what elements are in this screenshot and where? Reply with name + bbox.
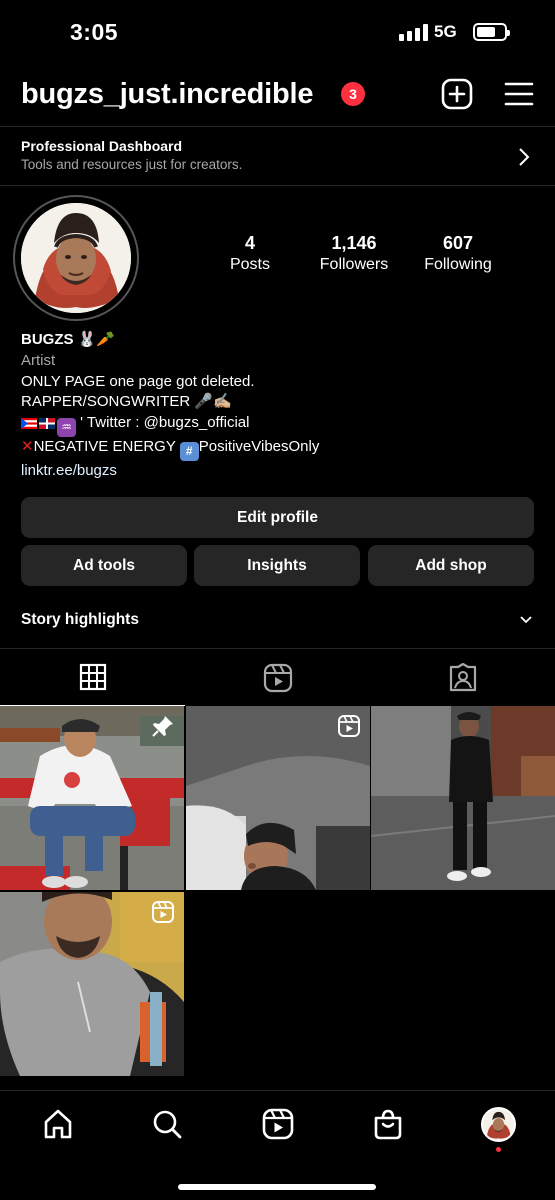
followers-count[interactable]: 1,146 Followers bbox=[310, 233, 398, 274]
cellular-signal-icon bbox=[399, 24, 428, 41]
posts-value: 4 bbox=[244, 233, 255, 253]
tab-tagged[interactable] bbox=[370, 649, 555, 706]
bio-line: ✕NEGATIVE ENERGY # PositiveVibesOnly bbox=[21, 437, 541, 462]
pin-icon bbox=[152, 716, 173, 737]
chevron-down-icon bbox=[520, 616, 532, 624]
battery-icon bbox=[473, 23, 510, 41]
profile-header: bugzs_just.incredible 3 bbox=[0, 66, 555, 124]
posts-count[interactable]: 4 Posts bbox=[214, 233, 286, 274]
post-thumbnail[interactable] bbox=[0, 706, 184, 890]
professional-dashboard-row[interactable]: Professional Dashboard Tools and resourc… bbox=[0, 126, 555, 186]
bio-line: ONLY PAGE one page got deleted. bbox=[21, 372, 255, 390]
bio-negative: NEGATIVE ENERGY bbox=[33, 438, 176, 456]
reels-icon[interactable] bbox=[262, 1108, 294, 1140]
grid-icon bbox=[79, 663, 106, 691]
post-photo bbox=[371, 706, 555, 890]
story-highlights-row[interactable]: Story highlights bbox=[0, 600, 555, 640]
dashboard-subtitle: Tools and resources just for creators. bbox=[21, 157, 243, 172]
reel-icon bbox=[338, 715, 360, 737]
story-highlights-title: Story highlights bbox=[21, 611, 139, 628]
shop-icon[interactable] bbox=[372, 1108, 404, 1140]
dashboard-title: Professional Dashboard bbox=[21, 138, 183, 154]
insights-button[interactable]: Insights bbox=[194, 545, 360, 586]
reel-icon bbox=[152, 901, 174, 923]
following-value: 607 bbox=[442, 233, 474, 253]
dominican-flag-icon bbox=[39, 417, 55, 429]
bio-hashtag[interactable]: PositiveVibesOnly bbox=[199, 438, 320, 455]
post-thumbnail[interactable] bbox=[0, 892, 184, 1076]
profile-tab-avatar[interactable] bbox=[481, 1107, 516, 1142]
display-name: BUGZS 🐰🥕 bbox=[21, 331, 116, 348]
followers-value: 1,146 bbox=[331, 233, 377, 253]
username-switcher[interactable]: bugzs_just.incredible bbox=[21, 78, 314, 111]
red-x-icon: ✕ bbox=[21, 438, 34, 456]
tab-grid[interactable] bbox=[0, 649, 185, 706]
bio-line: RAPPER/SONGWRITER 🎤✍🏼 bbox=[21, 393, 232, 411]
followers-label: Followers bbox=[319, 256, 389, 273]
profile-category: Artist bbox=[21, 351, 56, 369]
search-icon[interactable] bbox=[151, 1108, 183, 1140]
chevron-right-icon bbox=[519, 148, 530, 166]
puerto-rico-flag-icon bbox=[21, 417, 37, 429]
profile-tabs bbox=[0, 648, 555, 706]
posts-label: Posts bbox=[229, 256, 270, 273]
status-bar: 3:05 5G bbox=[0, 0, 555, 66]
post-thumbnail[interactable] bbox=[186, 706, 370, 890]
home-indicator bbox=[178, 1184, 376, 1190]
notification-badge: 3 bbox=[341, 82, 365, 106]
profile-avatar[interactable] bbox=[21, 203, 131, 313]
status-time: 3:05 bbox=[70, 19, 119, 45]
bio-twitter: ' Twitter : @bugzs_official bbox=[80, 414, 250, 432]
bio-line-flags: ♒ ' Twitter : @bugzs_official bbox=[21, 413, 541, 438]
home-icon[interactable] bbox=[42, 1108, 74, 1140]
profile-bio: BUGZS 🐰🥕 Artist ONLY PAGE one page got d… bbox=[21, 330, 541, 482]
reels-icon bbox=[263, 663, 292, 692]
create-post-icon[interactable] bbox=[441, 78, 473, 110]
edit-profile-button[interactable]: Edit profile bbox=[21, 497, 534, 538]
add-shop-button[interactable]: Add shop bbox=[368, 545, 534, 586]
post-thumbnail[interactable] bbox=[371, 706, 555, 890]
network-type: 5G bbox=[434, 22, 457, 41]
hamburger-menu-icon[interactable] bbox=[503, 78, 535, 110]
hashtag-icon: # bbox=[179, 442, 199, 462]
tab-reels[interactable] bbox=[185, 649, 370, 706]
activity-dot bbox=[496, 1147, 501, 1152]
bio-link[interactable]: linktr.ee/bugzs bbox=[21, 461, 541, 482]
ad-tools-button[interactable]: Ad tools bbox=[21, 545, 187, 586]
following-label: Following bbox=[424, 256, 492, 273]
tagged-icon bbox=[449, 662, 476, 691]
following-count[interactable]: 607 Following bbox=[412, 233, 504, 274]
aquarius-icon: ♒ bbox=[57, 418, 76, 438]
